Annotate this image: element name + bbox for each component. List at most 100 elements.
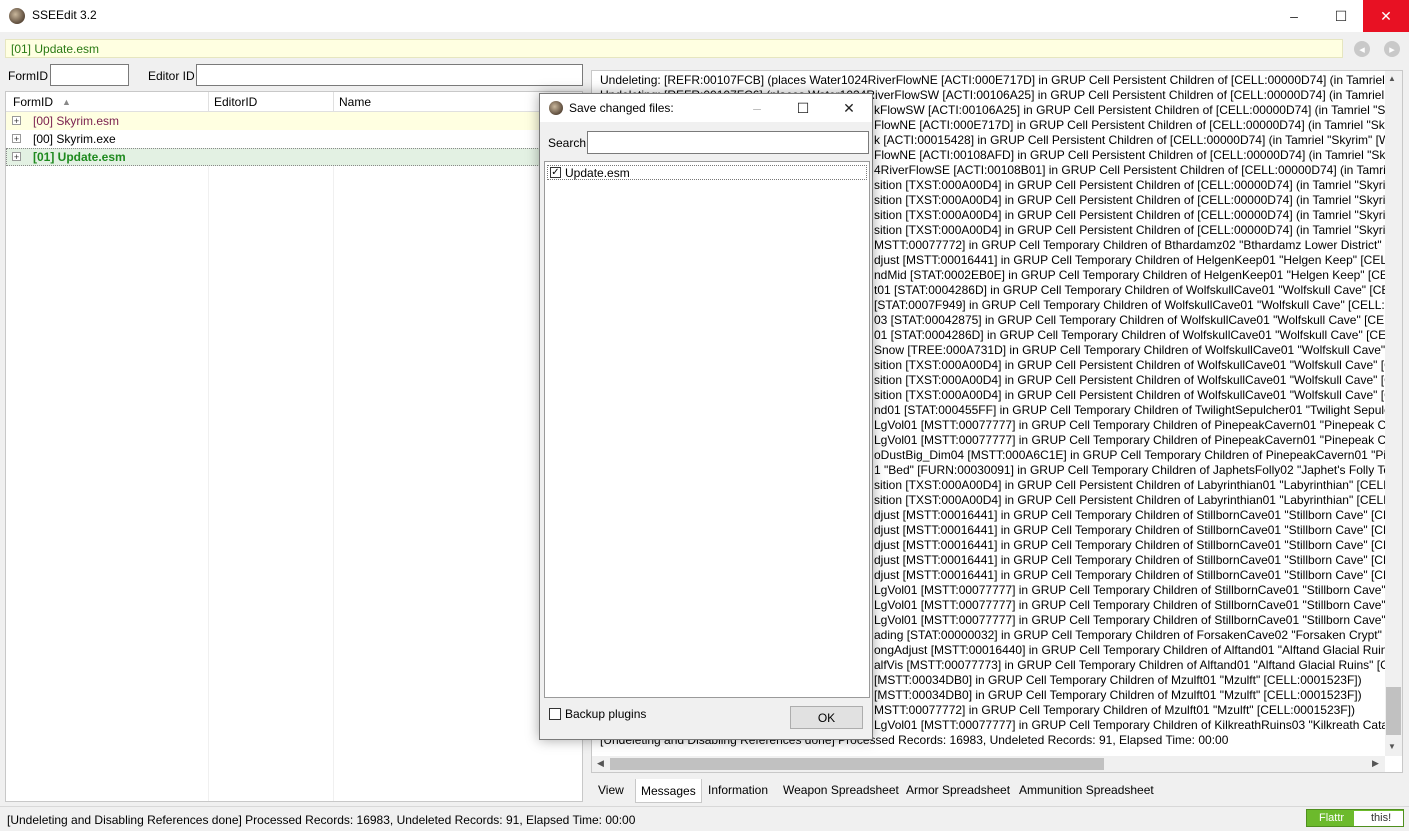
sort-ascending-icon: ▲ [62, 97, 71, 107]
message-line: k [ACTI:00015428] in GRUP Cell Persisten… [874, 133, 1403, 147]
search-input[interactable] [587, 131, 869, 154]
dialog-title-bar: Save changed files: – ☐ ✕ [540, 94, 872, 122]
vertical-scrollbar[interactable]: ▲ ▼ [1385, 71, 1402, 756]
message-line: djust [MSTT:00016441] in GRUP Cell Tempo… [874, 538, 1398, 552]
expand-icon[interactable]: + [12, 134, 21, 144]
flattr-button[interactable]: Flattr this! [1306, 809, 1404, 827]
record-tree[interactable]: FormID ▲ EditorID Name + [00] Skyrim.esm… [5, 91, 583, 802]
column-divider[interactable] [333, 92, 334, 112]
message-line: ongAdjust [MSTT:00016440] in GRUP Cell T… [874, 643, 1394, 657]
editorid-label: Editor ID [148, 69, 195, 83]
message-line: 03 [STAT:00042875] in GRUP Cell Temporar… [874, 313, 1398, 327]
message-line: sition [TXST:000A00D4] in GRUP Cell Pers… [874, 493, 1398, 507]
message-line: 01 [STAT:0004286D] in GRUP Cell Temporar… [874, 328, 1400, 342]
tab-information[interactable]: Information [703, 780, 773, 802]
minimize-button[interactable]: – [1271, 0, 1317, 32]
title-bar: SSEEdit 3.2 – ☐ ✕ [0, 0, 1409, 32]
message-line: LgVol01 [MSTT:00077777] in GRUP Cell Tem… [874, 613, 1397, 627]
scroll-thumb[interactable] [610, 758, 1104, 770]
scroll-down-icon[interactable]: ▼ [1388, 742, 1396, 751]
current-plugin-path: [01] Update.esm [11, 42, 100, 56]
horizontal-scrollbar[interactable]: ◀ ▶ [592, 756, 1385, 772]
file-list-item[interactable]: ✓ Update.esm [547, 165, 867, 180]
dialog-maximize-button[interactable]: ☐ [780, 94, 826, 122]
flattr-label: Flattr [1319, 812, 1345, 824]
close-button[interactable]: ✕ [1363, 0, 1409, 32]
expand-icon[interactable]: + [12, 152, 21, 162]
column-name[interactable]: Name [339, 95, 371, 109]
formid-input[interactable] [50, 64, 129, 86]
column-formid[interactable]: FormID [13, 95, 53, 109]
message-line: FlowNE [ACTI:00108AFD] in GRUP Cell Pers… [874, 148, 1403, 162]
message-line: [MSTT:00034DB0] in GRUP Cell Temporary C… [874, 673, 1362, 687]
editorid-input[interactable] [196, 64, 583, 86]
column-gridline [208, 112, 209, 801]
status-bar: [Undeleting and Disabling References don… [0, 806, 1409, 831]
column-divider[interactable] [208, 92, 209, 112]
message-line: djust [MSTT:00016441] in GRUP Cell Tempo… [874, 253, 1398, 267]
message-line: sition [TXST:000A00D4] in GRUP Cell Pers… [874, 193, 1400, 207]
maximize-button[interactable]: ☐ [1318, 0, 1364, 32]
message-line: ading [STAT:00000032] in GRUP Cell Tempo… [874, 628, 1403, 642]
tree-row-label: [00] Skyrim.exe [33, 132, 116, 146]
message-line: LgVol01 [MSTT:00077777] in GRUP Cell Tem… [874, 598, 1402, 612]
checkmark-icon[interactable]: ✓ [550, 167, 561, 178]
message-line: sition [TXST:000A00D4] in GRUP Cell Pers… [874, 478, 1398, 492]
dialog-close-button[interactable]: ✕ [826, 94, 872, 122]
tab-armor-spreadsheet[interactable]: Armor Spreadsheet [901, 780, 1015, 802]
message-line: t01 [STAT:0004286D] in GRUP Cell Tempora… [874, 283, 1397, 297]
message-line: alfVis [MSTT:00077773] in GRUP Cell Temp… [874, 658, 1392, 672]
file-name: Update.esm [565, 166, 630, 180]
tree-row-skyrim-esm[interactable]: + [00] Skyrim.esm [6, 112, 582, 130]
message-line: sition [TXST:000A00D4] in GRUP Cell Pers… [874, 388, 1401, 402]
message-line: oDustBig_Dim04 [MSTT:000A6C1E] in GRUP C… [874, 448, 1403, 462]
message-line: MSTT:00077772] in GRUP Cell Temporary Ch… [874, 238, 1397, 252]
message-line: LgVol01 [MSTT:00077777] in GRUP Cell Tem… [874, 718, 1401, 732]
tree-row-label: [01] Update.esm [33, 150, 126, 164]
message-line: 1 "Bed" [FURN:00030091] in GRUP Cell Tem… [874, 463, 1403, 477]
tree-row-label: [00] Skyrim.esm [33, 114, 120, 128]
message-line: djust [MSTT:00016441] in GRUP Cell Tempo… [874, 553, 1398, 567]
message-line: 4RiverFlowSE [ACTI:00108B01] in GRUP Cel… [874, 163, 1403, 177]
flattr-this-label: this! [1354, 811, 1403, 826]
message-line: djust [MSTT:00016441] in GRUP Cell Tempo… [874, 568, 1398, 582]
message-line: LgVol01 [MSTT:00077777] in GRUP Cell Tem… [874, 583, 1402, 597]
forward-icon[interactable]: ▸ [1384, 41, 1400, 57]
message-line: sition [TXST:000A00D4] in GRUP Cell Pers… [874, 208, 1400, 222]
tab-view[interactable]: View [593, 780, 629, 802]
message-line: djust [MSTT:00016441] in GRUP Cell Tempo… [874, 508, 1398, 522]
column-editorid[interactable]: EditorID [214, 95, 257, 109]
expand-icon[interactable]: + [12, 116, 21, 126]
message-line: nd01 [STAT:000455FF] in GRUP Cell Tempor… [874, 403, 1397, 417]
tree-row-update-esm[interactable]: + [01] Update.esm [6, 148, 582, 166]
app-icon [549, 101, 563, 115]
tab-messages[interactable]: Messages [635, 779, 702, 803]
save-changed-files-dialog: Save changed files: – ☐ ✕ Search ✓ Updat… [539, 93, 873, 740]
scroll-up-icon[interactable]: ▲ [1388, 74, 1396, 83]
tree-row-skyrim-exe[interactable]: + [00] Skyrim.exe [6, 130, 582, 148]
message-line: Undeleting: [REFR:00107FCB] (places Wate… [600, 73, 1403, 87]
tab-weapon-spreadsheet[interactable]: Weapon Spreadsheet [778, 780, 904, 802]
message-line: kFlowSW [ACTI:00106A25] in GRUP Cell Per… [874, 103, 1403, 117]
tab-ammunition-spreadsheet[interactable]: Ammunition Spreadsheet [1014, 780, 1159, 802]
scroll-right-icon[interactable]: ▶ [1372, 758, 1379, 769]
status-text: [Undeleting and Disabling References don… [7, 813, 636, 827]
file-list[interactable]: ✓ Update.esm [544, 161, 870, 698]
ok-button[interactable]: OK [790, 706, 863, 729]
search-label: Search [548, 136, 587, 150]
message-line: sition [TXST:000A00D4] in GRUP Cell Pers… [874, 223, 1400, 237]
message-line: sition [TXST:000A00D4] in GRUP Cell Pers… [874, 358, 1401, 372]
message-line: MSTT:00077772] in GRUP Cell Temporary Ch… [874, 703, 1355, 717]
message-line: [MSTT:00034DB0] in GRUP Cell Temporary C… [874, 688, 1362, 702]
backup-plugins-checkbox[interactable] [549, 708, 561, 720]
scroll-thumb[interactable] [1386, 687, 1401, 735]
window-title: SSEEdit 3.2 [32, 8, 97, 22]
back-icon[interactable]: ◂ [1354, 41, 1370, 57]
app-icon [9, 8, 25, 24]
message-line: [STAT:0007F949] in GRUP Cell Temporary C… [874, 298, 1399, 312]
dialog-title: Save changed files: [569, 101, 674, 115]
tree-header: FormID ▲ EditorID Name [6, 92, 582, 112]
scroll-left-icon[interactable]: ◀ [597, 758, 604, 769]
message-line: djust [MSTT:00016441] in GRUP Cell Tempo… [874, 523, 1398, 537]
column-gridline [333, 112, 334, 801]
